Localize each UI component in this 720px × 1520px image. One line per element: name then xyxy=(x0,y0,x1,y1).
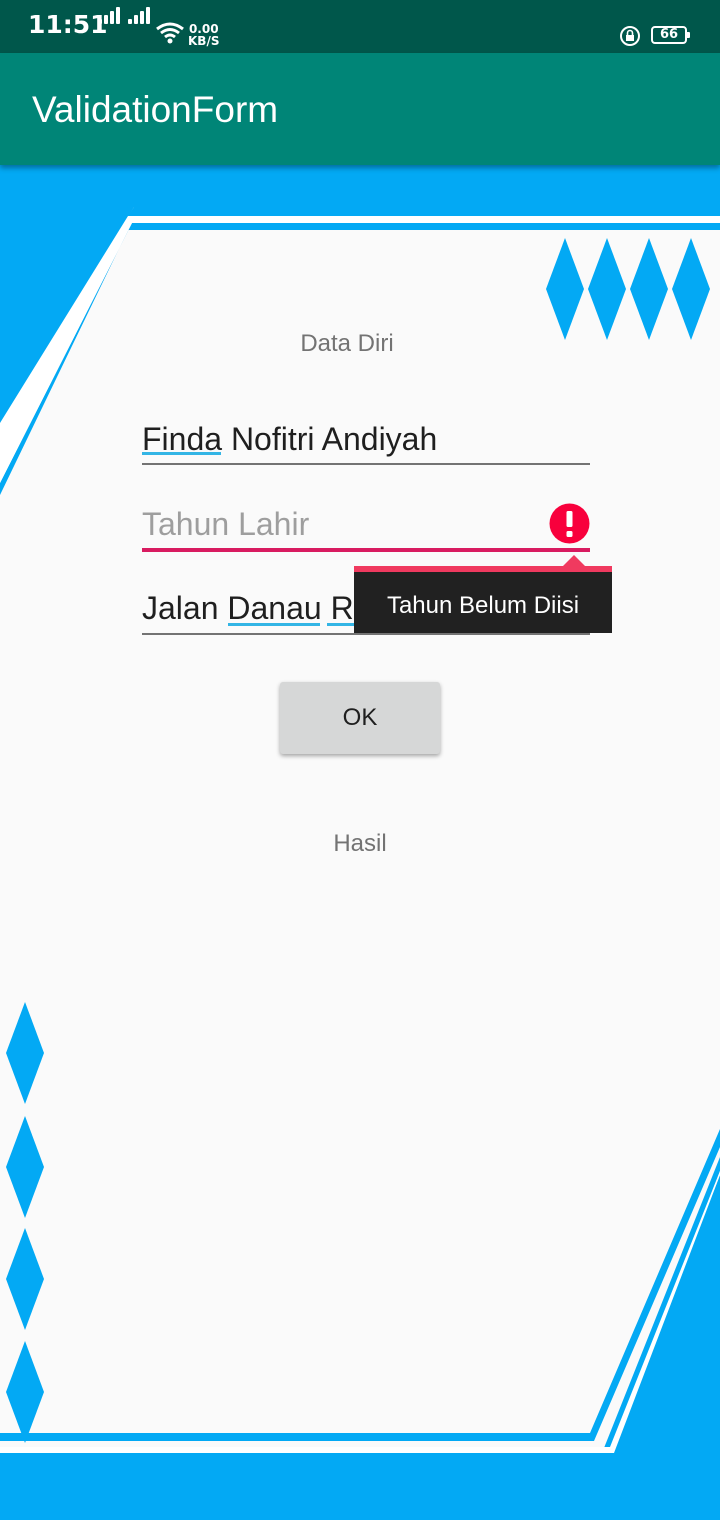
nama-input-underline xyxy=(142,463,590,465)
lock-rotation-icon xyxy=(620,26,640,46)
error-icon xyxy=(549,503,590,544)
network-speed-unit: KB/S xyxy=(188,34,220,48)
alamat-input-underline xyxy=(142,633,590,635)
app-bar: ValidationForm xyxy=(0,53,720,165)
wifi-icon xyxy=(156,22,184,44)
tahun-lahir-input-underline xyxy=(142,548,590,552)
error-tooltip-text: Tahun Belum Diisi xyxy=(386,592,580,619)
result-label: Hasil xyxy=(333,830,387,857)
tahun-lahir-input[interactable]: Tahun Lahir xyxy=(142,506,309,543)
network-speed: 0.00 KB/S xyxy=(188,23,219,47)
section-title: Data Diri xyxy=(300,330,394,357)
ok-button[interactable]: OK xyxy=(280,682,440,754)
status-time: 11:51 xyxy=(28,10,108,39)
screen: 11:51 0.00 KB/S 66 ValidationForm Data D… xyxy=(0,0,720,1520)
spellcheck-underline xyxy=(228,623,320,626)
app-title: ValidationForm xyxy=(32,89,279,130)
error-tooltip: Tahun Belum Diisi xyxy=(354,566,612,633)
battery-icon: 66 xyxy=(651,26,690,44)
spellcheck-underline xyxy=(142,452,221,455)
battery-level: 66 xyxy=(659,27,679,42)
status-bar: 11:51 0.00 KB/S 66 xyxy=(0,0,720,53)
